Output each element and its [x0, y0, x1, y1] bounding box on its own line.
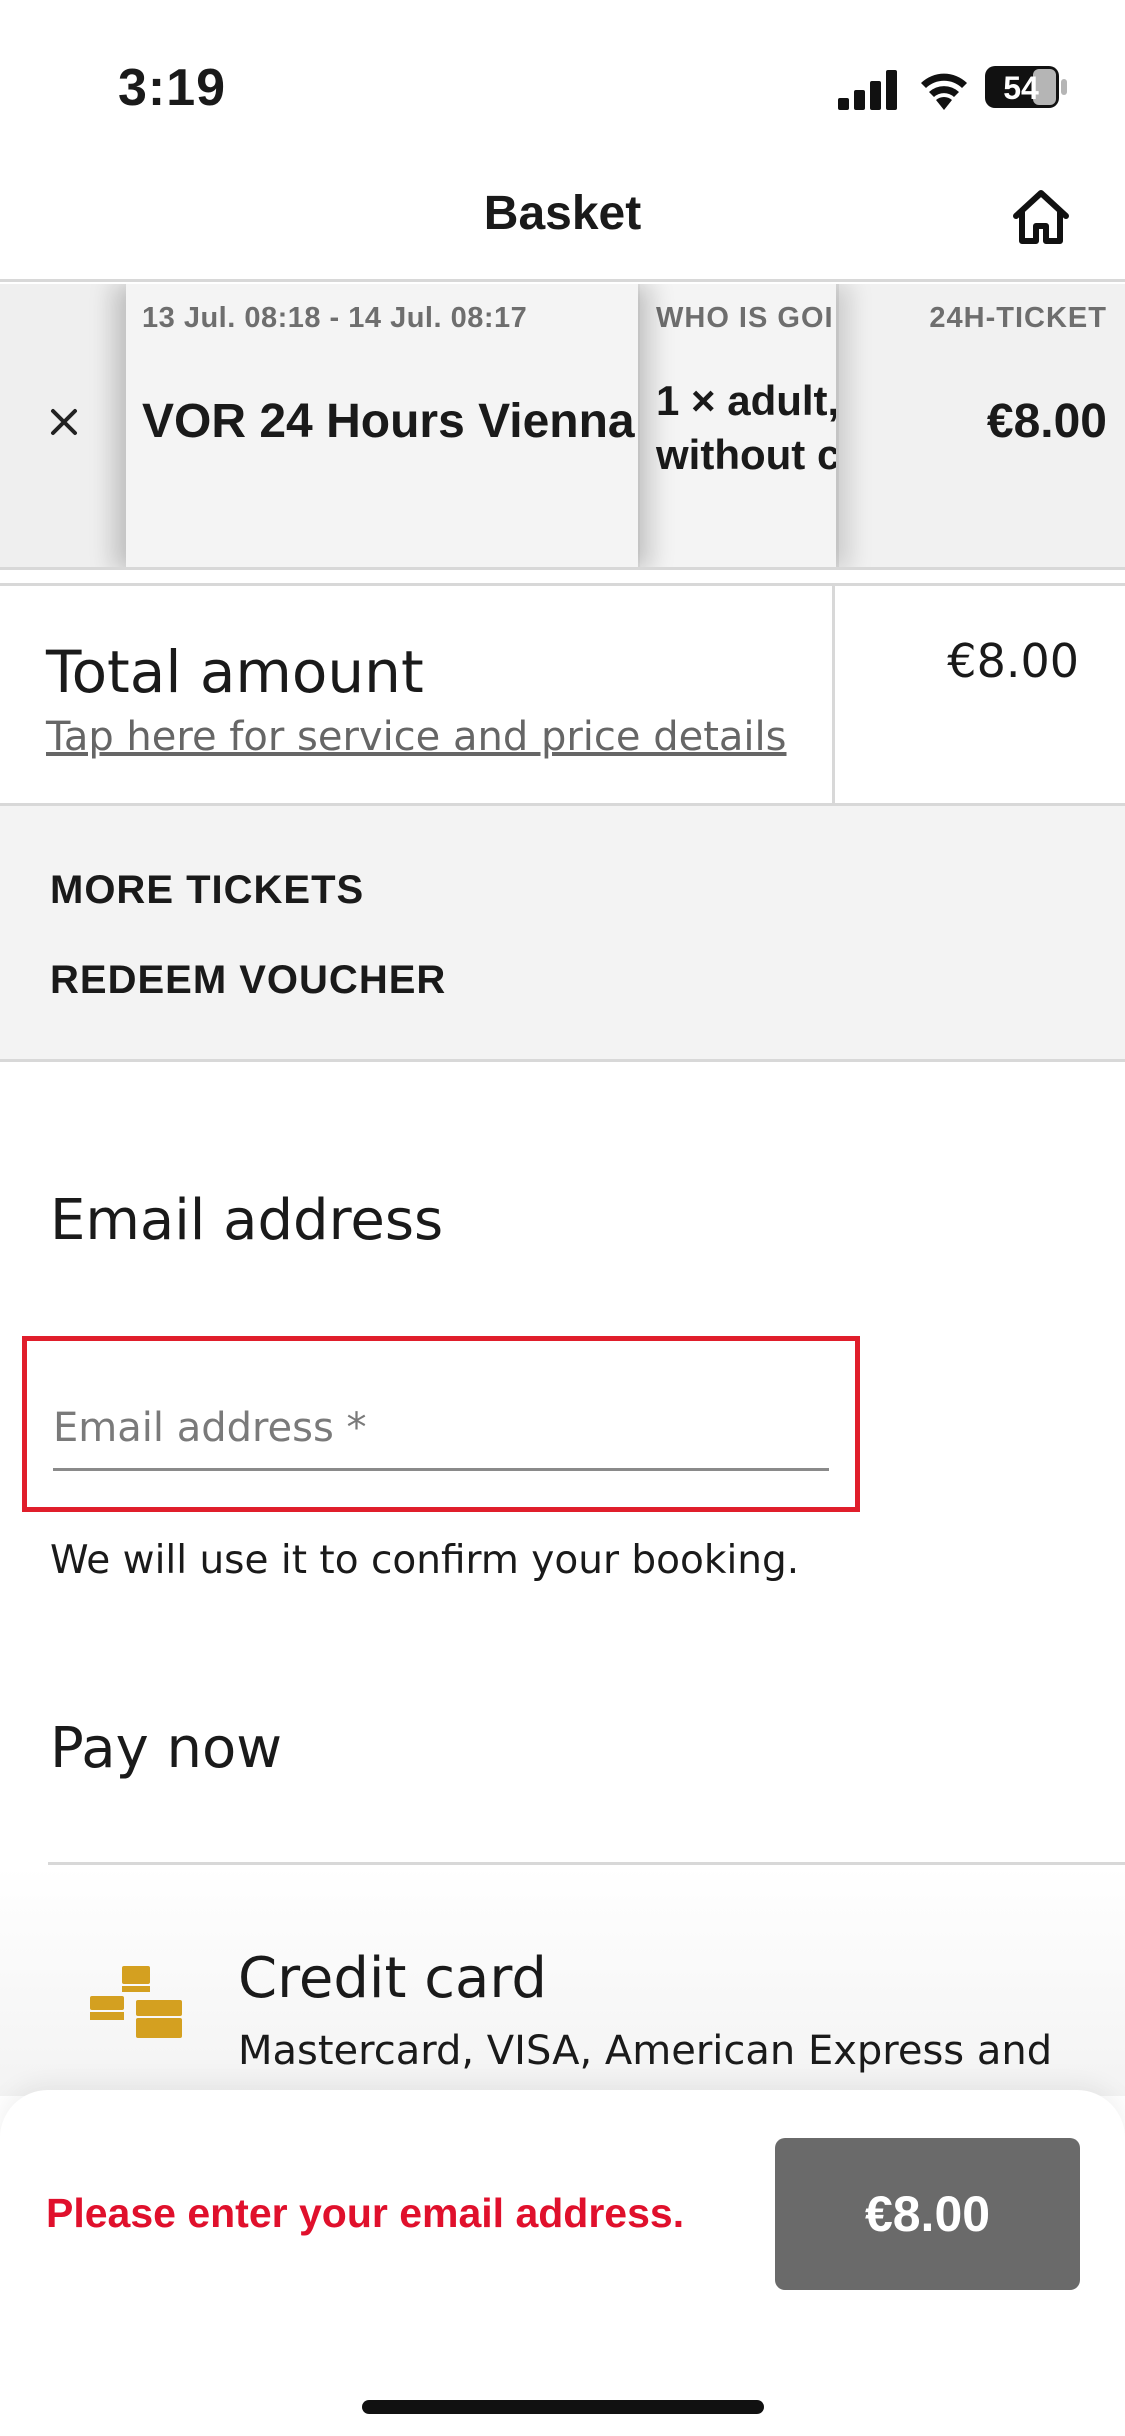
- pay-button[interactable]: €8.00: [775, 2138, 1080, 2290]
- app-header: Basket: [0, 150, 1125, 282]
- home-icon[interactable]: [1010, 188, 1072, 246]
- status-bar: 3:19 54: [0, 0, 1125, 150]
- redeem-voucher-button[interactable]: REDEEM VOUCHER: [50, 958, 446, 1003]
- total-section[interactable]: Total amount Tap here for service and pr…: [0, 583, 1125, 806]
- home-indicator[interactable]: [362, 2400, 764, 2414]
- who-value: 1 × adult, without c: [656, 374, 836, 482]
- ticket-main-column: 13 Jul. 08:18 - 14 Jul. 08:17 VOR 24 Hou…: [126, 284, 638, 567]
- who-line-1: 1 × adult,: [656, 377, 836, 424]
- basket-actions: MORE TICKETS REDEEM VOUCHER: [0, 806, 1125, 1062]
- ticket-name: VOR 24 Hours Vienna: [142, 395, 635, 448]
- email-heading: Email address: [50, 1188, 444, 1253]
- battery-level: 54: [1003, 70, 1039, 106]
- email-help-text: We will use it to confirm your booking.: [50, 1538, 800, 1583]
- price-details-link[interactable]: Tap here for service and price details: [46, 714, 787, 760]
- ticket-validity: 13 Jul. 08:18 - 14 Jul. 08:17: [142, 302, 528, 334]
- wifi-icon: [921, 73, 967, 110]
- credit-card-icon: [90, 1966, 182, 2038]
- payment-option-description: Mastercard, VISA, American Express and: [238, 2028, 1053, 2074]
- total-label: Total amount: [46, 638, 424, 706]
- ticket-who-column: WHO IS GOI 1 × adult, without c: [640, 284, 836, 567]
- status-time: 3:19: [118, 59, 227, 117]
- email-field[interactable]: [53, 1387, 829, 1471]
- total-divider: [832, 586, 835, 806]
- payment-option-title: Credit card: [238, 1946, 547, 2011]
- who-header: WHO IS GOI: [656, 302, 834, 334]
- cellular-signal-icon: [838, 70, 897, 110]
- ticket-price: €8.00: [986, 395, 1107, 448]
- divider: [48, 1862, 1125, 1865]
- battery-icon: 54: [985, 66, 1067, 108]
- payment-option-credit-card[interactable]: Credit card Mastercard, VISA, American E…: [0, 1866, 1125, 2096]
- checkout-bar: Please enter your email address. €8.00: [0, 2090, 1125, 2436]
- pay-now-heading: Pay now: [50, 1716, 283, 1781]
- ticket-row[interactable]: 13 Jul. 08:18 - 14 Jul. 08:17 VOR 24 Hou…: [0, 284, 1125, 570]
- email-error-message: Please enter your email address.: [46, 2190, 685, 2236]
- ticket-price-column: 24H-TICKET €8.00: [836, 284, 1125, 567]
- total-value: €8.00: [947, 634, 1079, 688]
- page-title: Basket: [483, 187, 642, 240]
- more-tickets-button[interactable]: MORE TICKETS: [50, 868, 364, 913]
- email-field-container: [22, 1336, 860, 1512]
- close-icon[interactable]: [40, 398, 88, 446]
- who-line-2: without c: [656, 431, 836, 478]
- ticket-type-header: 24H-TICKET: [929, 302, 1107, 334]
